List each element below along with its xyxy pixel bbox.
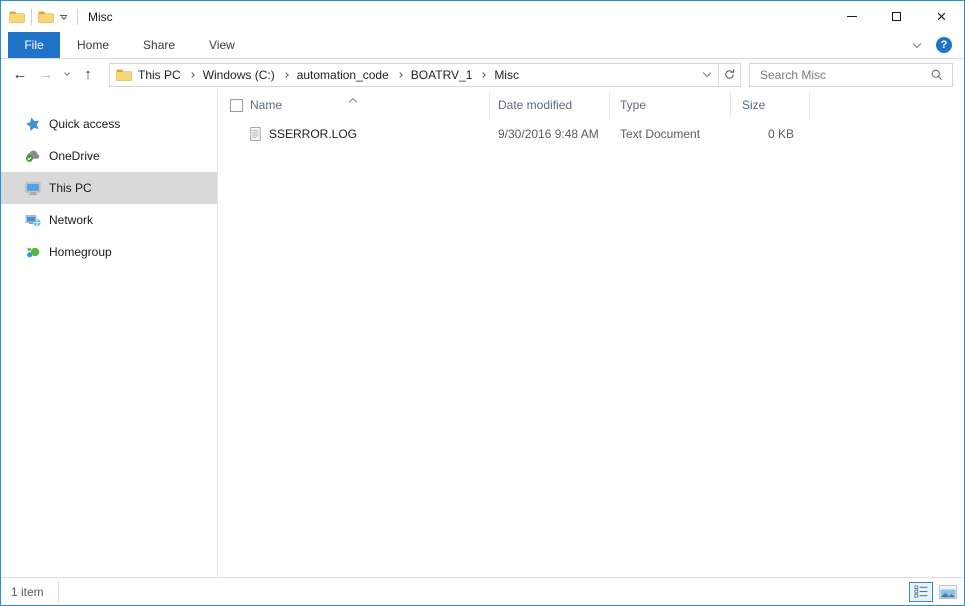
item-count: 1 item: [11, 584, 44, 599]
sidebar-item-quick-access[interactable]: Quick access: [1, 108, 217, 140]
view-toggles: [909, 581, 964, 602]
column-header-size[interactable]: Size: [731, 92, 810, 118]
network-icon: [25, 212, 41, 228]
breadcrumb-item[interactable]: Misc: [494, 68, 519, 82]
sort-ascending-icon: [348, 92, 358, 110]
file-name: SSERROR.LOG: [269, 127, 358, 141]
ribbon-tabs: File Home Share View ?: [1, 32, 964, 59]
sidebar-item-label: OneDrive: [49, 149, 100, 163]
text-document-icon: [248, 126, 263, 142]
breadcrumb-item[interactable]: Windows (C:): [203, 68, 275, 82]
tab-share[interactable]: Share: [126, 32, 192, 58]
details-view-icon: [913, 585, 929, 598]
quick-access-folder-icon[interactable]: [38, 9, 54, 25]
column-headers: Name Date modified Type Size: [218, 92, 964, 118]
details-view-button[interactable]: [909, 581, 933, 602]
expand-ribbon-icon[interactable]: [912, 39, 922, 48]
file-list-area[interactable]: Name Date modified Type Size SSERROR.LOG 9/3…: [218, 90, 964, 577]
close-button[interactable]: ×: [919, 1, 964, 32]
main-content: Quick access OneDrive This PC Network Homegr…: [1, 90, 964, 577]
large-icons-view-button[interactable]: [936, 582, 960, 602]
breadcrumb-item[interactable]: automation_code: [297, 68, 389, 82]
minimize-button[interactable]: [829, 1, 874, 32]
file-date-modified: 9/30/2016 9:48 AM: [498, 127, 599, 141]
maximize-icon: [892, 12, 901, 21]
address-dropdown-icon[interactable]: [702, 68, 712, 78]
column-header-date-modified[interactable]: Date modified: [490, 92, 610, 118]
sidebar-item-label: Homegroup: [49, 245, 112, 259]
breadcrumb-separator-icon: [396, 71, 403, 78]
tab-view[interactable]: View: [192, 32, 252, 58]
file-size: 0 KB: [767, 127, 794, 141]
address-bar: ← → ↑ This PC Windows (C:) automation_code…: [1, 59, 964, 90]
customize-quick-access-toolbar-icon[interactable]: [60, 13, 67, 20]
sidebar-item-label: This PC: [49, 181, 92, 195]
back-button[interactable]: ←: [7, 67, 33, 82]
column-header-type[interactable]: Type: [610, 92, 731, 118]
file-rows: SSERROR.LOG 9/30/2016 9:48 AM Text Documen…: [218, 123, 964, 145]
search-icon[interactable]: [930, 68, 944, 82]
sidebar-item-label: Network: [49, 213, 94, 227]
search-box[interactable]: [749, 62, 953, 87]
help-icon[interactable]: ?: [936, 37, 952, 53]
sidebar-item-onedrive[interactable]: OneDrive: [1, 140, 217, 172]
minimize-icon: [846, 16, 857, 17]
refresh-button[interactable]: [719, 62, 741, 87]
window-folder-icon: [9, 9, 25, 25]
quick-access-star-icon: [25, 116, 41, 132]
folder-icon: [116, 67, 132, 83]
breadcrumb-separator-icon: [282, 71, 289, 78]
window-controls: ×: [829, 1, 964, 32]
titlebar[interactable]: Misc ×: [1, 1, 964, 32]
breadcrumb-item[interactable]: BOATRV_1: [411, 68, 473, 82]
breadcrumb: This PC Windows (C:) automation_code BOATRV…: [138, 68, 519, 82]
explorer-window: Misc × File Home Share View ? ← → ↑ This…: [0, 0, 965, 606]
sidebar-item-this-pc[interactable]: This PC: [1, 172, 217, 204]
onedrive-cloud-icon: [25, 148, 41, 164]
status-bar: 1 item: [1, 577, 964, 605]
tab-file[interactable]: File: [8, 32, 60, 58]
up-button[interactable]: ↑: [75, 67, 101, 82]
ribbon-right-controls: ?: [912, 32, 964, 58]
this-pc-monitor-icon: [25, 180, 41, 196]
tab-home[interactable]: Home: [60, 32, 126, 58]
large-icons-view-icon: [939, 584, 957, 599]
maximize-button[interactable]: [874, 1, 919, 32]
navigation-pane: Quick access OneDrive This PC Network Homegr…: [1, 90, 218, 577]
sidebar-item-homegroup[interactable]: Homegroup: [1, 236, 217, 268]
table-row[interactable]: SSERROR.LOG 9/30/2016 9:48 AM Text Documen…: [218, 123, 964, 145]
sidebar-item-network[interactable]: Network: [1, 204, 217, 236]
titlebar-separator: [77, 8, 78, 25]
titlebar-separator: [31, 8, 32, 25]
refresh-icon: [723, 68, 736, 81]
breadcrumb-item[interactable]: This PC: [138, 68, 181, 82]
recent-locations-icon[interactable]: [59, 70, 75, 76]
statusbar-separator: [57, 581, 59, 602]
search-input[interactable]: [758, 66, 930, 83]
sidebar-item-label: Quick access: [49, 117, 121, 131]
homegroup-icon: [25, 244, 41, 260]
window-title: Misc: [88, 9, 113, 24]
close-icon: ×: [936, 7, 947, 26]
select-all-checkbox[interactable]: [230, 99, 243, 112]
breadcrumb-separator-icon: [480, 71, 487, 78]
address-box[interactable]: This PC Windows (C:) automation_code BOATRV…: [109, 62, 719, 87]
forward-button[interactable]: →: [33, 67, 59, 82]
file-type: Text Document: [620, 127, 701, 141]
breadcrumb-separator-icon: [188, 71, 195, 78]
